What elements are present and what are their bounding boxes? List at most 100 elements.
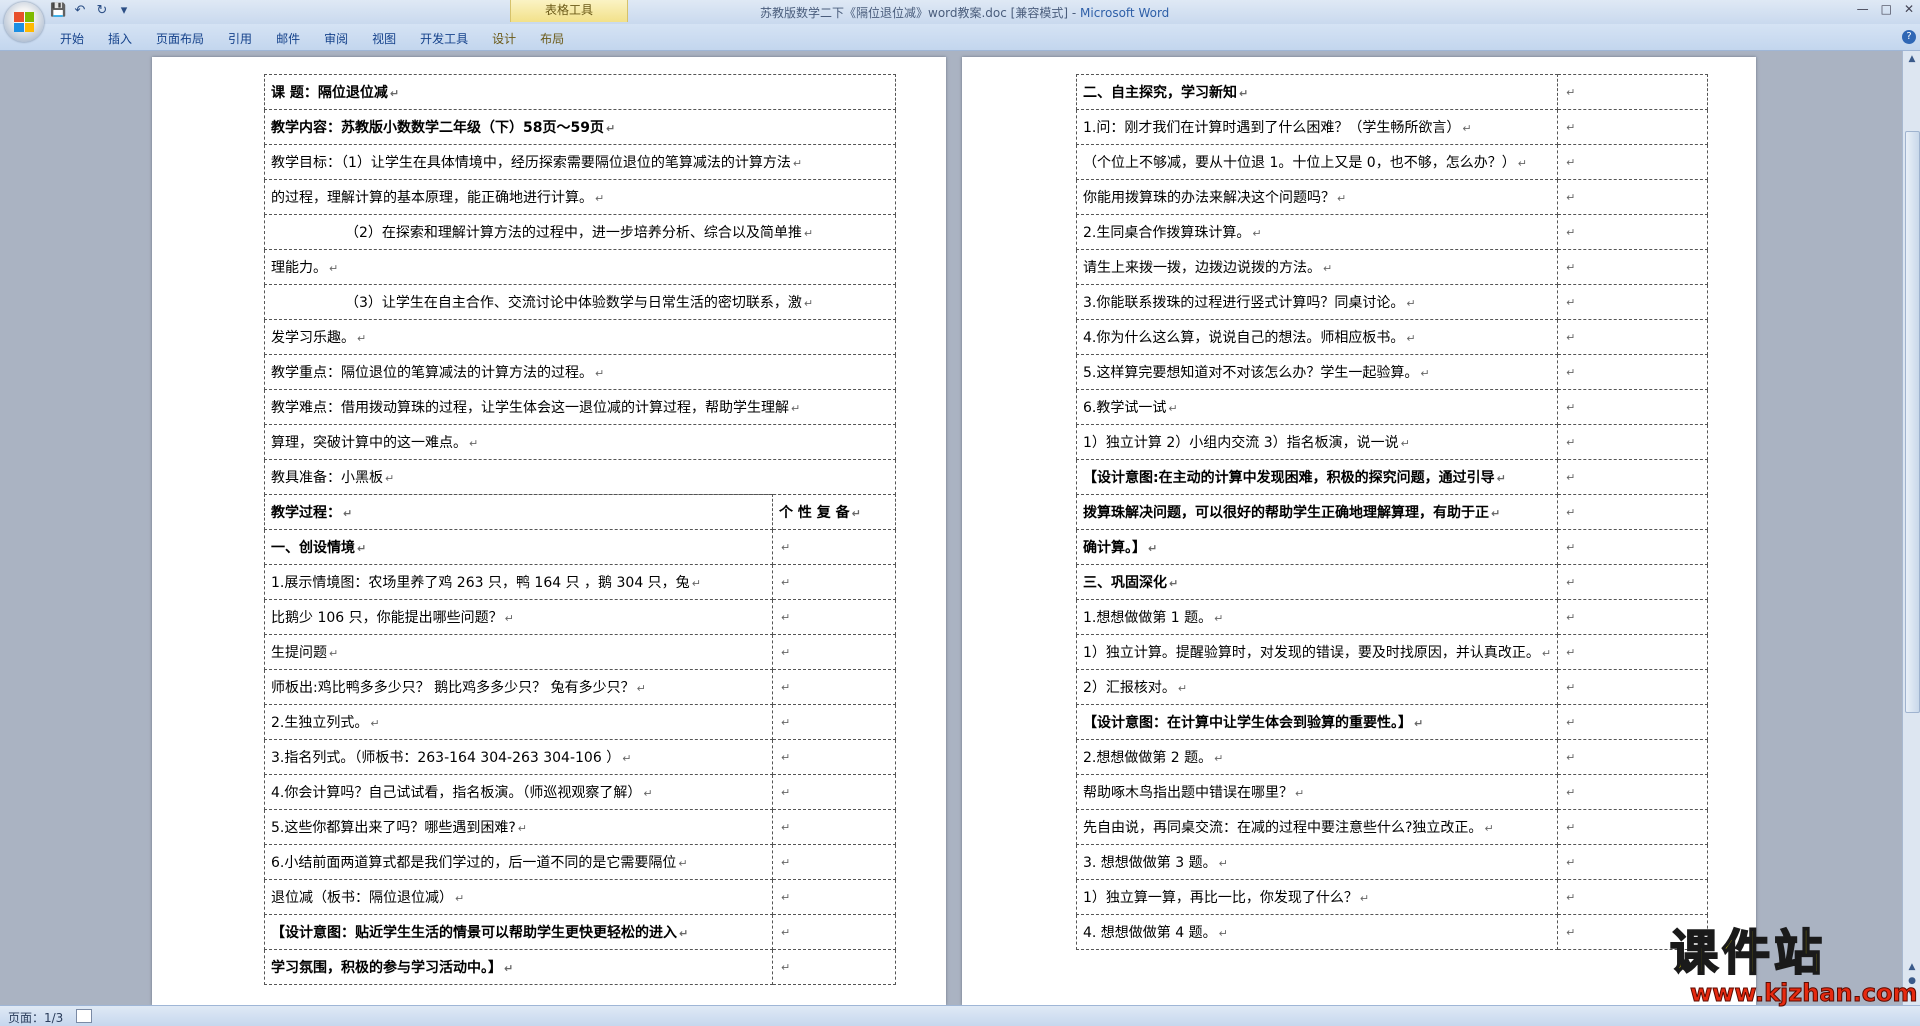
table-cell[interactable]: 退位减（板书：隔位退位减） ↵ (264, 879, 773, 915)
table-cell[interactable]: 1）独立计算 2）小组内交流 3）指名板演，说一说 ↵ (1075, 424, 1559, 460)
table-cell[interactable]: 【设计意图：贴近学生生活的情景可以帮助学生更快更轻松的进入 ↵ (264, 914, 773, 950)
ribbon-tab[interactable]: 引用 (216, 28, 264, 49)
notes-cell[interactable]: ↵ (1557, 74, 1708, 110)
table-cell[interactable]: 一、创设情境 ↵ (264, 529, 773, 565)
previous-page-icon[interactable]: ▲ (1906, 961, 1918, 973)
notes-cell[interactable]: ↵ (772, 564, 896, 600)
table-cell[interactable]: 你能用拨算珠的办法来解决这个问题吗？ ↵ (1075, 179, 1559, 215)
notes-cell[interactable]: ↵ (1557, 214, 1708, 250)
table-cell[interactable]: 理能力。 ↵ (264, 249, 896, 285)
table-cell[interactable]: 6.小结前面两道算式都是我们学过的，后一道不同的是它需要隔位 ↵ (264, 844, 773, 880)
table-cell[interactable]: 帮助啄木鸟指出题中错误在哪里？ ↵ (1075, 774, 1559, 810)
table-cell[interactable]: 5.这样算完要想知道对不对该怎么办？学生一起验算。 ↵ (1075, 354, 1559, 390)
undo-icon[interactable]: ↶ (72, 3, 88, 19)
table-cell[interactable]: （3）让学生在自主合作、交流讨论中体验数学与日常生活的密切联系，激 ↵ (264, 284, 896, 320)
notes-cell[interactable]: ↵ (1557, 179, 1708, 215)
table-cell[interactable]: 请生上来拨一拨，边拨边说拨的方法。 ↵ (1075, 249, 1559, 285)
table-cell[interactable]: 三、巩固深化 ↵ (1075, 564, 1559, 600)
office-button[interactable] (4, 2, 44, 42)
ribbon-tab[interactable]: 审阅 (312, 28, 360, 49)
notes-cell[interactable]: ↵ (1557, 319, 1708, 355)
table-cell[interactable]: 1）独立算一算，再比一比，你发现了什么？ ↵ (1075, 879, 1559, 915)
help-icon[interactable]: ? (1902, 30, 1916, 44)
scrollbar-thumb[interactable] (1905, 131, 1920, 713)
notes-cell[interactable]: ↵ (772, 739, 896, 775)
ribbon-tab[interactable]: 设计 (480, 28, 528, 49)
notes-cell[interactable]: ↵ (772, 704, 896, 740)
table-cell[interactable]: 的过程，理解计算的基本原理，能正确地进行计算。 ↵ (264, 179, 896, 215)
vertical-scrollbar[interactable]: ▲ ▲ ● ▼ (1902, 51, 1920, 1005)
table-cell[interactable]: 学习氛围，积极的参与学习活动中。】 ↵ (264, 949, 773, 985)
table-cell[interactable]: 2.生独立列式。 ↵ (264, 704, 773, 740)
scroll-up-icon[interactable]: ▲ (1906, 53, 1918, 65)
notes-cell[interactable]: ↵ (772, 669, 896, 705)
redo-icon[interactable]: ↻ (94, 3, 110, 19)
close-icon[interactable]: ✕ (1904, 2, 1914, 16)
ribbon-tab[interactable]: 视图 (360, 28, 408, 49)
notes-cell[interactable]: ↵ (1557, 284, 1708, 320)
customize-toolbar-icon[interactable]: ▾ (116, 3, 132, 19)
notes-cell[interactable]: ↵ (1557, 564, 1708, 600)
table-cell[interactable]: 1.问：刚才我们在计算时遇到了什么困难？（学生畅所欲言） ↵ (1075, 109, 1559, 145)
notes-cell[interactable]: ↵ (1557, 459, 1708, 495)
notes-cell[interactable]: ↵ (772, 809, 896, 845)
ribbon-tab[interactable]: 开发工具 (408, 28, 480, 49)
notes-cell[interactable]: ↵ (1557, 704, 1708, 740)
table-cell[interactable]: 1.想想做做第 1 题。 ↵ (1075, 599, 1559, 635)
notes-cell[interactable]: ↵ (772, 634, 896, 670)
table-cell[interactable]: 师板出:鸡比鸭多多少只？ 鹅比鸡多多少只？ 兔有多少只？ ↵ (264, 669, 773, 705)
notes-cell[interactable]: ↵ (1557, 494, 1708, 530)
ribbon-tab[interactable]: 布局 (528, 28, 576, 49)
notes-cell[interactable]: ↵ (772, 914, 896, 950)
table-cell[interactable]: 4. 想想做做第 4 题。 ↵ (1075, 914, 1559, 950)
table-cell[interactable]: 2）汇报核对。 ↵ (1075, 669, 1559, 705)
table-cell[interactable]: 【设计意图:在主动的计算中发现困难，积极的探究问题，通过引导 ↵ (1075, 459, 1559, 495)
notes-cell[interactable]: ↵ (1557, 529, 1708, 565)
table-cell[interactable]: 4.你为什么这么算，说说自己的想法。师相应板书。 ↵ (1075, 319, 1559, 355)
notes-header-cell[interactable]: 个 性 复 备 ↵ (772, 494, 896, 530)
table-cell[interactable]: 教具准备：小黑板 ↵ (264, 459, 896, 495)
notes-cell[interactable]: ↵ (772, 529, 896, 565)
notes-cell[interactable]: ↵ (1557, 599, 1708, 635)
table-cell[interactable]: 1.展示情境图：农场里养了鸡 263 只，鸭 164 只 ，鹅 304 只，兔 ↵ (264, 564, 773, 600)
notes-cell[interactable]: ↵ (1557, 424, 1708, 460)
table-cell[interactable]: 教学内容：苏教版小数数学二年级（下）58页～59页 ↵ (264, 109, 896, 145)
notes-cell[interactable]: ↵ (772, 599, 896, 635)
table-cell[interactable]: 2.生同桌合作拨算珠计算。 ↵ (1075, 214, 1559, 250)
notes-cell[interactable]: ↵ (772, 844, 896, 880)
table-cell[interactable]: 发学习乐趣。 ↵ (264, 319, 896, 355)
table-cell[interactable]: 拨算珠解决问题，可以很好的帮助学生正确地理解算理，有助于正 ↵ (1075, 494, 1559, 530)
notes-cell[interactable]: ↵ (772, 879, 896, 915)
table-cell[interactable]: 生提问题 ↵ (264, 634, 773, 670)
notes-cell[interactable]: ↵ (1557, 809, 1708, 845)
maximize-icon[interactable]: □ (1881, 2, 1892, 16)
notes-cell[interactable]: ↵ (1557, 389, 1708, 425)
minimize-icon[interactable]: — (1857, 2, 1869, 16)
table-cell[interactable]: （个位上不够减，要从十位退 1。十位上又是 0，也不够，怎么办？） ↵ (1075, 144, 1559, 180)
table-cell[interactable]: 教学重点：隔位退位的笔算减法的计算方法的过程。 ↵ (264, 354, 896, 390)
notes-cell[interactable]: ↵ (1557, 634, 1708, 670)
table-cell[interactable]: 教学难点：借用拨动算珠的过程，让学生体会这一退位减的计算过程，帮助学生理解 ↵ (264, 389, 896, 425)
table-cell[interactable]: 教学目标：（1）让学生在具体情境中，经历探索需要隔位退位的笔算减法的计算方法 ↵ (264, 144, 896, 180)
table-cell[interactable]: 3. 想想做做第 3 题。 ↵ (1075, 844, 1559, 880)
page-indicator[interactable]: 页面：1/3 (8, 1009, 63, 1026)
table-cell[interactable]: 5.这些你都算出来了吗？哪些遇到困难? ↵ (264, 809, 773, 845)
table-cell[interactable]: 比鹅少 106 只，你能提出哪些问题？ ↵ (264, 599, 773, 635)
notes-cell[interactable]: ↵ (1557, 739, 1708, 775)
notes-cell[interactable]: ↵ (1557, 109, 1708, 145)
proofing-icon[interactable] (76, 1009, 92, 1023)
notes-cell[interactable]: ↵ (1557, 879, 1708, 915)
table-cell[interactable]: 【设计意图：在计算中让学生体会到验算的重要性。】 ↵ (1075, 704, 1559, 740)
table-cell[interactable]: （2）在探索和理解计算方法的过程中，进一步培养分析、综合以及简单推 ↵ (264, 214, 896, 250)
ribbon-tab[interactable]: 插入 (96, 28, 144, 49)
notes-cell[interactable]: ↵ (772, 774, 896, 810)
notes-cell[interactable]: ↵ (1557, 249, 1708, 285)
table-cell[interactable]: 课 题：隔位退位减 ↵ (264, 74, 896, 110)
ribbon-tab[interactable]: 开始 (48, 28, 96, 49)
notes-cell[interactable]: ↵ (1557, 844, 1708, 880)
process-header-cell[interactable]: 教学过程： ↵ (264, 494, 773, 530)
table-cell[interactable]: 先自由说，再同桌交流：在减的过程中要注意些什么?独立改正。 ↵ (1075, 809, 1559, 845)
table-cell[interactable]: 3.你能联系拨珠的过程进行竖式计算吗？同桌讨论。 ↵ (1075, 284, 1559, 320)
table-cell[interactable]: 二、自主探究，学习新知 ↵ (1075, 74, 1559, 110)
save-icon[interactable]: 💾 (50, 3, 66, 19)
